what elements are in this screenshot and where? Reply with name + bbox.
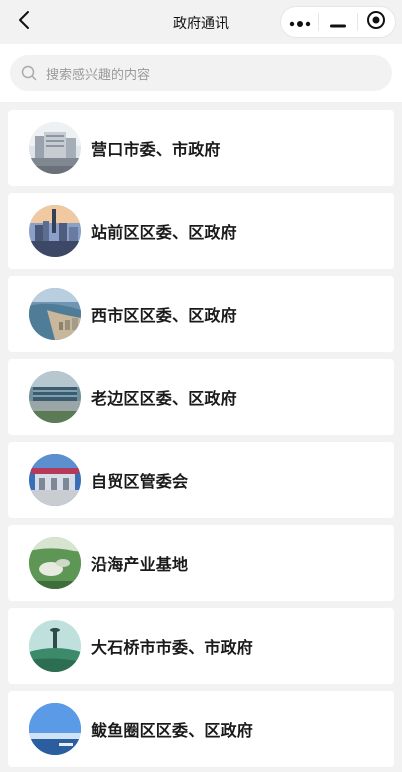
list-item-label: 自贸区管委会 [91,472,189,491]
list-item[interactable]: 大石桥市市委、市政府 [8,608,394,684]
search-icon [20,64,38,82]
avatar [29,454,81,506]
list-item[interactable]: 鲅鱼圈区区委、区政府 [8,691,394,767]
list-item-label: 沿海产业基地 [91,555,189,574]
list-item[interactable]: 沿海产业基地 [8,525,394,601]
list-item-label: 老边区区委、区政府 [91,389,237,408]
list-item-label: 站前区区委、区政府 [91,223,237,242]
list-item-label: 西市区区委、区政府 [91,306,237,325]
minimize-button[interactable] [319,7,356,37]
list-item[interactable]: 站前区区委、区政府 [8,193,394,269]
list-item-label: 营口市委、市政府 [91,140,221,159]
minimize-icon [329,13,346,32]
avatar [29,371,81,423]
search-input[interactable]: 搜索感兴趣的内容 [10,55,392,91]
target-circle-icon [366,10,386,34]
list-item[interactable]: 营口市委、市政府 [8,110,394,186]
avatar [29,205,81,257]
more-dots-icon [289,13,311,32]
avatar [29,122,81,174]
more-button[interactable] [281,7,318,37]
avatar [29,703,81,755]
close-button[interactable] [358,7,395,37]
list-item[interactable]: 老边区区委、区政府 [8,359,394,435]
list-item[interactable]: 西市区区委、区政府 [8,276,394,352]
avatar [29,537,81,589]
list-item-label: 鲅鱼圈区区委、区政府 [91,721,254,740]
list-item-label: 大石桥市市委、市政府 [91,638,254,657]
mini-program-capsule [280,6,396,38]
search-bar: 搜索感兴趣的内容 [0,44,402,102]
list-item[interactable]: 自贸区管委会 [8,442,394,518]
nav-bar: 政府通讯 [0,0,402,44]
search-placeholder: 搜索感兴趣的内容 [46,67,151,83]
org-list: 营口市委、市政府 站前区区委、区政府 西市区区委、区政府 老边区区委、区政府 自… [0,102,402,767]
avatar [29,288,81,340]
avatar [29,620,81,672]
